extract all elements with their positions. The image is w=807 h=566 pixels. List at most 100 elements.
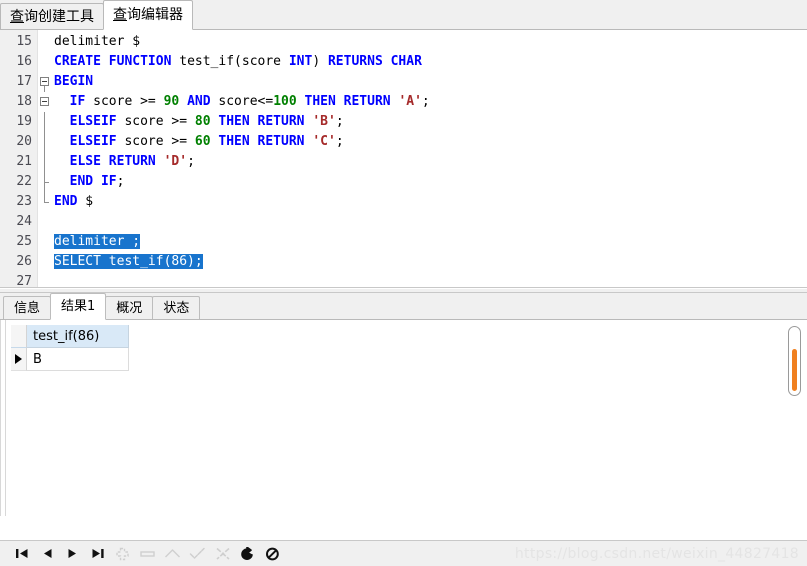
line-number: 20 [16,134,32,149]
delete-record-button[interactable] [135,543,160,565]
line-number: 15 [16,34,32,49]
fold-cell [38,112,52,132]
refresh-button[interactable] [235,543,260,565]
code-area[interactable]: 15 16 17 18 19 20 21 22 23 24 25 26 27 delimiter $ CR… [0,30,807,288]
tab-query-editor-label: 询编辑器 [127,7,183,23]
code-line[interactable]: SELECT test_if(86); [54,252,807,272]
tab-info[interactable]: 信息 [3,296,52,319]
edit-record-button[interactable] [160,543,185,565]
check-icon [189,547,205,559]
apply-change-button[interactable] [185,543,210,565]
fold-cell [38,212,52,232]
line-number: 23 [16,194,32,209]
tab-query-builder-mnemonic: 查 [10,9,24,25]
next-record-button[interactable] [60,543,85,565]
refresh-icon [241,546,253,560]
fold-cell [38,252,52,272]
code-line[interactable]: delimiter $ [54,32,807,52]
plus-icon [116,547,129,560]
result-grid[interactable]: test_if(86) B [11,325,129,371]
last-record-icon [92,549,104,558]
sql-editor[interactable]: 15 16 17 18 19 20 21 22 23 24 25 26 27 delimiter $ CR… [0,30,807,288]
cancel-change-button[interactable] [210,543,235,565]
fold-collapse-icon[interactable] [40,97,49,106]
fold-cell [38,192,52,212]
prev-record-button[interactable] [35,543,60,565]
stop-button[interactable] [260,543,285,565]
tab-profile[interactable]: 概况 [105,296,154,319]
fold-cell [38,232,52,252]
first-record-icon [16,549,28,558]
line-number: 27 [16,274,32,288]
fold-connector [44,152,45,172]
code-line[interactable] [54,212,807,232]
row-header-corner [11,325,27,348]
fold-cell [38,152,52,172]
code-line[interactable]: delimiter ; [54,232,807,252]
fold-connector [44,112,45,132]
result-vertical-scrollbar[interactable] [788,326,801,396]
code-line[interactable]: BEGIN [54,72,807,92]
line-number: 18 [16,94,32,109]
code-line[interactable]: END $ [54,192,807,212]
code-line[interactable]: ELSEIF score >= 60 THEN RETURN 'C'; [54,132,807,152]
fold-cell [38,272,52,287]
fold-cell[interactable] [38,72,52,92]
code-line[interactable]: END IF; [54,172,807,192]
minus-icon [140,550,155,557]
record-navigation-toolbar: https://blog.csdn.net/weixin_44827418 [0,540,807,566]
grid-header-row: test_if(86) [11,325,129,348]
line-number: 19 [16,114,32,129]
row-indicator[interactable] [11,348,27,371]
scrollbar-thumb[interactable] [792,349,797,391]
line-number: 22 [16,174,32,189]
code-line[interactable]: ELSE RETURN 'D'; [54,152,807,172]
line-number: 25 [16,234,32,249]
line-number: 26 [16,254,32,269]
line-number-gutter: 15 16 17 18 19 20 21 22 23 24 25 26 27 [0,30,38,288]
code-line[interactable]: CREATE FUNCTION test_if(score INT) RETUR… [54,52,807,72]
tab-status[interactable]: 状态 [152,296,201,319]
line-number: 16 [16,54,32,69]
fold-end-marker [44,182,49,183]
column-header-test-if[interactable]: test_if(86) [27,325,129,348]
query-tab-strip: 查询创建工具 查询编辑器 [0,0,807,30]
cell-test-if-value[interactable]: B [27,348,129,371]
code-line[interactable]: ELSEIF score >= 80 THEN RETURN 'B'; [54,112,807,132]
selected-text[interactable]: SELECT test_if(86); [54,254,203,269]
result-tab-strip: 信息 结果1 概况 状态 [0,293,807,320]
result-pane: test_if(86) B [0,320,807,516]
prev-record-icon [44,549,52,558]
grid-left-rule [5,320,6,516]
last-record-button[interactable] [85,543,110,565]
code-line[interactable]: IF score >= 90 AND score<=100 THEN RETUR… [54,92,807,112]
line-number: 21 [16,154,32,169]
fold-collapse-icon[interactable] [40,77,49,86]
fold-connector [44,132,45,152]
fold-end-marker [44,202,49,203]
fold-cell [38,32,52,52]
tab-query-builder[interactable]: 查询创建工具 [0,3,104,29]
current-row-arrow-icon [15,354,22,364]
insert-record-button[interactable] [110,543,135,565]
fold-cell [38,132,52,152]
first-record-button[interactable] [10,543,35,565]
selected-text[interactable]: delimiter ; [54,234,141,249]
watermark-text: https://blog.csdn.net/weixin_44827418 [514,546,799,562]
caret-up-icon [165,548,180,557]
fold-cell [38,172,52,192]
stop-icon [266,547,279,560]
line-number: 24 [16,214,32,229]
fold-cell[interactable] [38,92,52,112]
code-line[interactable] [54,272,807,287]
tab-query-editor[interactable]: 查询编辑器 [103,0,193,30]
code-lines[interactable]: delimiter $ CREATE FUNCTION test_if(score… [52,30,807,287]
tab-result1[interactable]: 结果1 [50,293,107,320]
code-folding-column[interactable] [38,30,52,287]
table-row[interactable]: B [11,348,129,371]
fold-cell [38,52,52,72]
next-record-icon [68,549,76,558]
tab-query-builder-label: 询创建工具 [24,9,94,25]
line-number: 17 [16,74,32,89]
cross-scissors-icon [215,547,230,560]
